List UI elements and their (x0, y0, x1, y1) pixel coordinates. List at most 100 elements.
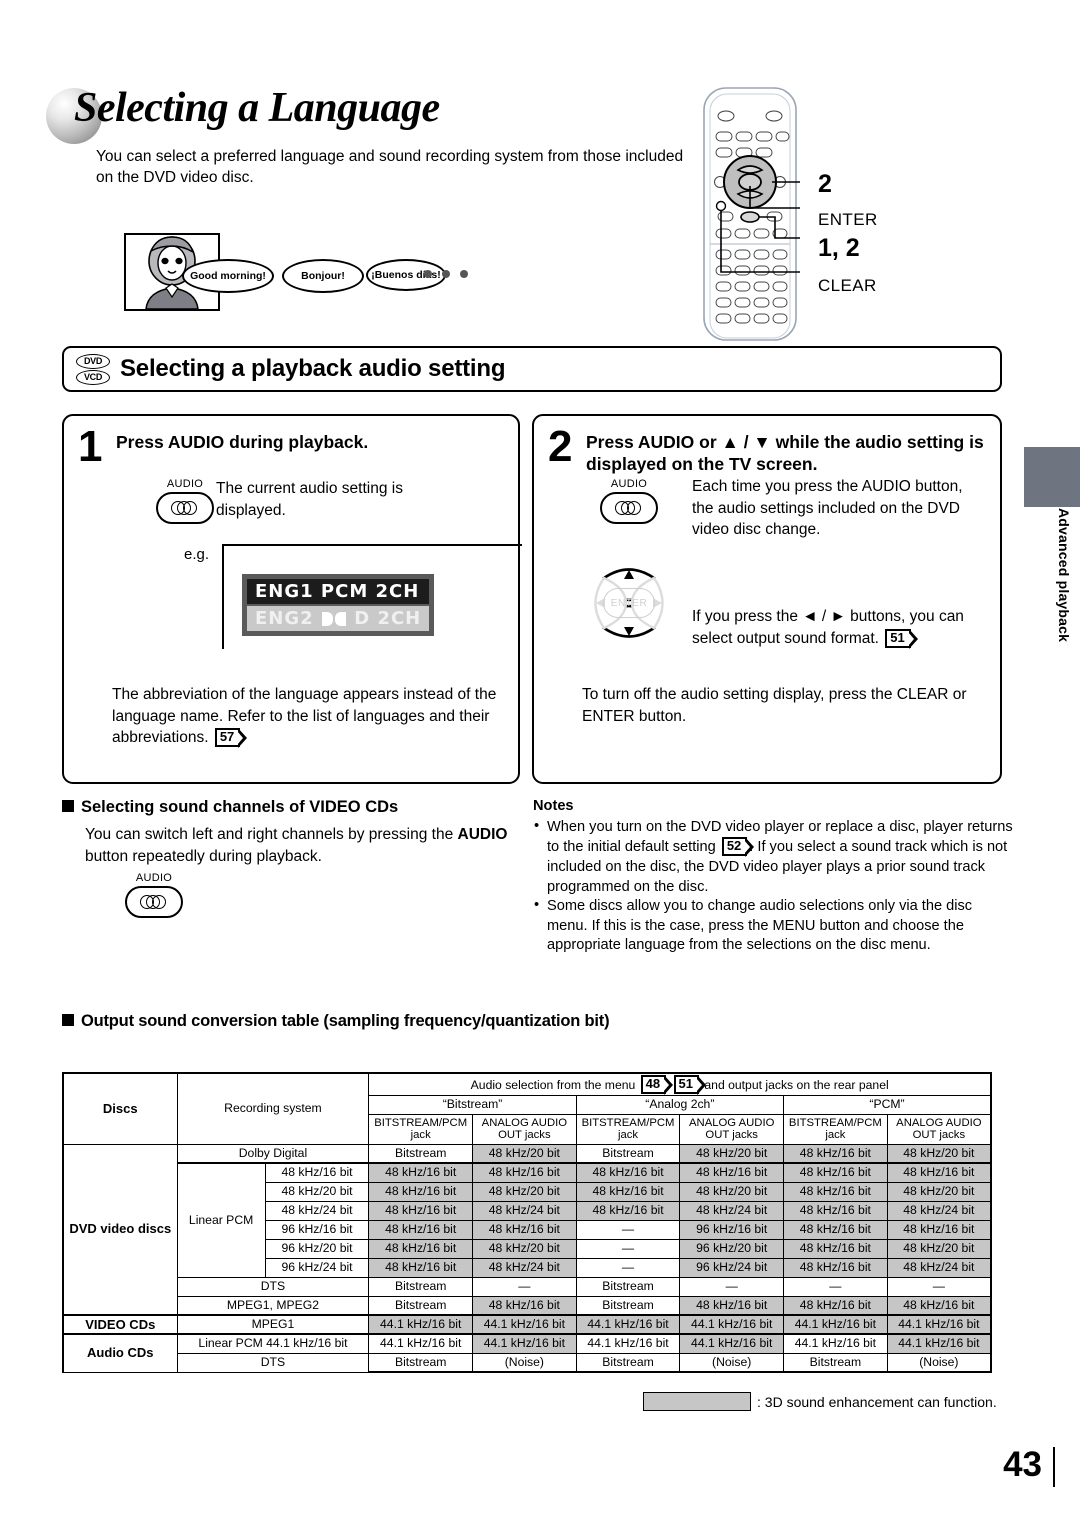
page-title: Selecting a Language (74, 85, 440, 131)
page-reference-52[interactable]: 52 (721, 837, 755, 858)
videocd-body-post: button repeatedly during playback. (85, 847, 322, 865)
side-tab-block (1024, 447, 1080, 507)
cell-value: Bitstream (368, 1295, 474, 1316)
disc-type-badges: DVD VCD (76, 353, 110, 385)
cell-value: 48 kHz/20 bit (472, 1143, 577, 1164)
cell-value: 48 kHz/16 bit (783, 1219, 888, 1240)
cell-value: 48 kHz/16 bit (886, 1219, 992, 1240)
bubble-text: Good morning! (190, 270, 266, 282)
cell-value: 48 kHz/20 bit (472, 1181, 577, 1202)
cell-value: 48 kHz/16 bit (783, 1181, 888, 1202)
table-row: DTS Bitstream (Noise) Bitstream (Noise) Bitst… (63, 1352, 992, 1374)
osd-next-audio-post: D 2CH (354, 608, 422, 629)
cell-value: 44.1 kHz/16 bit (368, 1314, 474, 1335)
cell-recording-system: Dolby Digital (176, 1143, 370, 1164)
cell-value: 48 kHz/24 bit (472, 1257, 577, 1278)
cell-value: (Noise) (472, 1352, 577, 1374)
audio-button-illustration[interactable]: AUDIO (125, 872, 183, 918)
header-jack-pcm-digital: BITSTREAM/PCM jack (783, 1113, 888, 1145)
cell-value: 48 kHz/16 bit (575, 1200, 681, 1221)
callout-clear-label: CLEAR (818, 276, 877, 295)
banner-pre: Audio selection from the menu (470, 1078, 636, 1092)
cell-value: Bitstream (575, 1352, 681, 1374)
audio-button-illustration[interactable]: AUDIO (600, 478, 658, 524)
cell-value: 44.1 kHz/16 bit (783, 1333, 888, 1354)
section-header-bar: DVD VCD Selecting a playback audio setti… (62, 346, 1002, 392)
cell-value: — (575, 1257, 681, 1278)
cell-value: 48 kHz/16 bit (783, 1162, 888, 1183)
cell-value: 48 kHz/16 bit (368, 1162, 474, 1183)
audio-button-caption: AUDIO (166, 478, 204, 490)
cell-recording-subsystem: 96 kHz/20 bit (264, 1238, 370, 1259)
jack-line2: OUT jacks (705, 1129, 758, 1142)
cell-value: 48 kHz/20 bit (679, 1143, 785, 1164)
step-2-heading: Press AUDIO or ▲ / ▼ while the audio set… (586, 432, 984, 474)
speech-bubble-french: Bonjour! (282, 259, 364, 293)
header-jack-analog2ch-analog: ANALOG AUDIO OUT jacks (679, 1113, 785, 1145)
header-jack-bitstream-digital: BITSTREAM/PCM jack (368, 1113, 474, 1145)
page-reference-51[interactable]: 51 (885, 628, 919, 649)
page-reference-57[interactable]: 57 (214, 728, 248, 749)
cell-value: Bitstream (575, 1143, 681, 1164)
note-text-pre: Some discs allow you to change audio sel… (547, 898, 973, 954)
cell-recording-subsystem: 96 kHz/16 bit (264, 1219, 370, 1240)
cell-value: — (886, 1276, 992, 1297)
page-reference-51[interactable]: 51 (673, 1075, 707, 1095)
cell-value: 48 kHz/16 bit (679, 1295, 785, 1316)
cell-value: 48 kHz/16 bit (783, 1257, 888, 1278)
cell-value: 48 kHz/16 bit (783, 1143, 888, 1164)
notes-list: When you turn on the DVD video player or… (533, 817, 1013, 956)
enter-button-label[interactable]: ENTER (603, 588, 655, 618)
note-item: When you turn on the DVD video player or… (533, 817, 1013, 898)
jack-line2: jack (825, 1129, 846, 1142)
cell-value: 48 kHz/24 bit (472, 1200, 577, 1221)
jack-line2: jack (617, 1129, 639, 1142)
cell-value: 48 kHz/20 bit (472, 1238, 577, 1259)
cell-value: 48 kHz/16 bit (886, 1295, 992, 1316)
audio-button-shape[interactable] (125, 886, 183, 918)
step-1-heading: Press AUDIO during playback. (116, 432, 369, 452)
bullet-square-icon (62, 1014, 74, 1026)
table-legend: : 3D sound enhancement can function. (643, 1392, 997, 1411)
osd-next-audio-pre: ENG2 (255, 608, 314, 629)
videocd-subsection-body: You can switch left and right channels b… (85, 824, 525, 867)
cell-value: 44.1 kHz/16 bit (679, 1333, 785, 1354)
cell-value: 48 kHz/16 bit (472, 1219, 577, 1240)
header-jack-bitstream-analog: ANALOG AUDIO OUT jacks (472, 1113, 577, 1145)
speech-bubble-english: Good morning! (182, 259, 274, 293)
cell-value: 48 kHz/16 bit (472, 1162, 577, 1183)
cell-value: 48 kHz/24 bit (886, 1257, 992, 1278)
bullet-square-icon (62, 800, 74, 812)
cell-value: 48 kHz/24 bit (886, 1200, 992, 1221)
cell-recording-subsystem: 96 kHz/24 bit (264, 1257, 370, 1278)
header-group-bitstream: “Bitstream” (368, 1094, 577, 1115)
header-discs: Discs (61, 1071, 178, 1145)
cell-value: (Noise) (886, 1352, 992, 1374)
cell-value: 48 kHz/16 bit (679, 1162, 785, 1183)
step-2-body2-text: If you press the ◄ / ► buttons, you can … (692, 608, 964, 647)
cell-value: Bitstream (575, 1295, 681, 1316)
audio-button-illustration[interactable]: AUDIO (156, 478, 214, 524)
cell-value: (Noise) (679, 1352, 785, 1374)
conversion-table-heading-text: Output sound conversion table (sampling … (81, 1012, 610, 1030)
legend-swatch (643, 1392, 751, 1411)
table-row: DTS Bitstream — Bitstream — — — (63, 1276, 992, 1297)
step-2-number: 2 (548, 422, 573, 471)
audio-button-shape[interactable] (600, 492, 658, 524)
jack-line2: jack (410, 1129, 431, 1142)
cell-value: — (472, 1276, 577, 1297)
header-audio-selection-banner: Audio selection from the menu 48 51 and … (368, 1071, 993, 1096)
page-reference-48[interactable]: 48 (640, 1075, 674, 1095)
osd-current-audio: ENG1 PCM 2CH (247, 579, 430, 604)
cell-value: 48 kHz/20 bit (886, 1238, 992, 1259)
cell-value: Bitstream (368, 1143, 474, 1164)
cell-value: 48 kHz/16 bit (368, 1257, 474, 1278)
language-illustration: Good morning! Bonjour! ¡Buenos días! (124, 233, 484, 311)
audio-button-shape[interactable] (156, 492, 214, 524)
page-number: 43 (1003, 1445, 1055, 1487)
direction-pad-illustration[interactable]: ENTER (570, 544, 688, 662)
cell-disc-group: VIDEO CDs (61, 1314, 178, 1335)
header-recording-system: Recording system (176, 1071, 370, 1145)
audio-glyph-icon (171, 501, 199, 515)
audio-glyph-icon (140, 895, 168, 909)
